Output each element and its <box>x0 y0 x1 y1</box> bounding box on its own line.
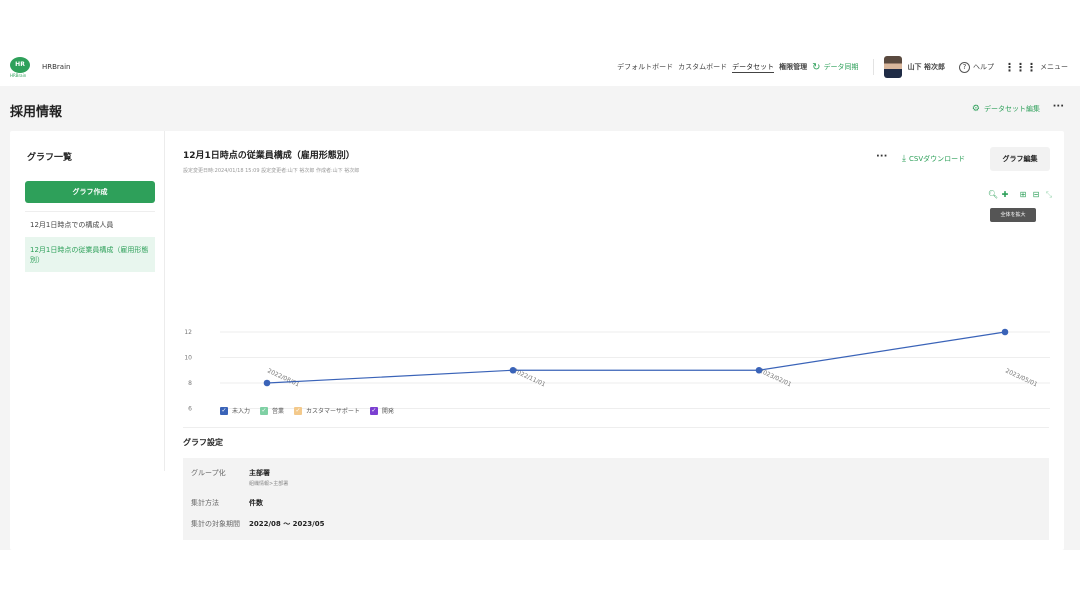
csv-download-button[interactable]: ⤓ CSVダウンロード <box>902 154 965 164</box>
setting-value: 2022/08 〜 2023/05 <box>249 520 325 528</box>
help-link[interactable]: ヘルプ <box>973 62 994 72</box>
legend-label: カスタマーサポート <box>306 408 360 415</box>
settings-box: グループ化 主部署 組織情報>主部署 集計方法 件数 集計の対象期間 2022/… <box>183 458 1049 540</box>
setting-label: 集計の対象期間 <box>191 520 240 528</box>
page-title: 採用情報 <box>10 105 63 120</box>
help-icon[interactable]: ? <box>959 61 970 73</box>
data-point <box>755 366 763 374</box>
setting-label: 集計方法 <box>191 499 219 507</box>
line-chart[interactable]: 0246810122022/08/012022/11/012023/02/012… <box>170 186 1060 489</box>
create-graph-button[interactable]: グラフ作成 <box>25 181 155 203</box>
graph-list: 12月1日時点での構成人員 12月1日時点の従業員構成（雇用形態別） <box>25 211 155 272</box>
dataset-edit-label: データセット編集 <box>984 105 1040 113</box>
settings-divider <box>183 427 1049 428</box>
setting-period: 集計の対象期間 2022/08 〜 2023/05 <box>191 519 324 529</box>
nav-dataset[interactable]: データセット <box>732 62 775 73</box>
nav-permissions[interactable]: 権限管理 <box>779 62 807 72</box>
legend-checkbox[interactable]: ✓ <box>294 406 303 415</box>
csv-download-label: CSVダウンロード <box>908 155 966 163</box>
x-tick-label: 2023/02/01 <box>758 367 792 388</box>
zoom-icon[interactable]: 🔍︎ <box>988 190 998 199</box>
settings-title: グラフ設定 <box>183 438 223 447</box>
avatar[interactable] <box>883 56 902 78</box>
hrbrain-logo[interactable]: HR <box>10 57 30 73</box>
top-nav: デフォルトボード カスタムボード データセット 権限管理 ↻ データ同期 山下 … <box>617 52 1068 82</box>
legend-checkbox[interactable]: ✓ <box>220 406 228 415</box>
graph-list-item[interactable]: 12月1日時点での構成人員 <box>25 212 155 237</box>
brand-name: HRBrain <box>42 63 71 71</box>
data-point <box>263 379 271 387</box>
data-point <box>1001 328 1009 336</box>
gear-icon: ⚙ <box>971 104 980 114</box>
menu-grid-icon[interactable]: ⋮⋮⋮ <box>1004 61 1037 74</box>
download-icon: ⤓ <box>902 154 906 164</box>
zoom-in-icon[interactable]: ⊞ <box>1020 190 1027 199</box>
y-tick-label: 8 <box>188 380 192 387</box>
setting-grouping: グループ化 主部署 組織情報>主部署 <box>191 468 288 487</box>
legend-item-eigyo[interactable]: ✓ 営業 <box>260 406 284 415</box>
chart-area: 0246810122022/08/012022/11/012023/02/012… <box>170 186 1060 489</box>
x-tick-label: 2023/05/01 <box>1004 367 1038 388</box>
graph-list-sidebar: グラフ一覧 グラフ作成 12月1日時点での構成人員 12月1日時点の従業員構成（… <box>10 131 165 471</box>
reset-zoom-icon[interactable]: ⤡ <box>1046 190 1053 199</box>
page: HR HRBrain HRBrain デフォルトボード カスタムボード データセ… <box>0 0 1080 608</box>
legend-item-customer-support[interactable]: ✓ カスタマーサポート <box>294 406 360 415</box>
setting-label: グループ化 <box>191 469 226 477</box>
zoom-out-icon[interactable]: ⊟ <box>1033 190 1040 199</box>
legend-checkbox[interactable]: ✓ <box>260 406 269 415</box>
bottom-blank <box>0 550 1080 608</box>
nav-default-board[interactable]: デフォルトボード <box>617 62 673 72</box>
legend-label: 未入力 <box>232 408 251 415</box>
graph-list-item-selected[interactable]: 12月1日時点の従業員構成（雇用形態別） <box>25 237 155 272</box>
sidebar-title: グラフ一覧 <box>27 153 73 163</box>
legend-label: 開発 <box>381 408 394 415</box>
data-sync-button[interactable]: ↻ データ同期 <box>812 62 858 73</box>
main-area: 採用情報 ⚙ データセット編集 ··· グラフ一覧 グラフ作成 12月1日時点で… <box>0 86 1080 550</box>
graph-more-button[interactable]: ··· <box>876 151 887 162</box>
x-tick-label: 2022/08/01 <box>266 367 300 388</box>
nav-divider <box>872 59 874 75</box>
page-more-button[interactable]: ··· <box>1053 101 1064 112</box>
legend-label: 営業 <box>272 408 285 415</box>
legend-item-kaihatsu[interactable]: ✓ 開発 <box>369 406 394 415</box>
y-tick-label: 12 <box>184 329 192 336</box>
username[interactable]: 山下 裕次郎 <box>908 62 945 72</box>
dataset-edit-button[interactable]: ⚙ データセット編集 <box>972 104 1040 114</box>
top-header: HR HRBrain HRBrain デフォルトボード カスタムボード データセ… <box>0 52 1080 86</box>
data-sync-label: データ同期 <box>823 63 859 71</box>
pan-icon[interactable]: ✚ <box>1002 190 1009 199</box>
nav-custom-board[interactable]: カスタムボード <box>678 62 727 72</box>
content-card: グラフ一覧 グラフ作成 12月1日時点での構成人員 12月1日時点の従業員構成（… <box>10 131 1064 550</box>
y-tick-label: 6 <box>188 406 192 413</box>
grouping-sub: 組織情報>主部署 <box>249 481 289 487</box>
grouping-value: 主部署 <box>249 469 270 477</box>
setting-value: 件数 <box>249 499 263 507</box>
graph-title: 12月1日時点の従業員構成（雇用形態別） <box>183 151 355 161</box>
legend-item-mi-nyuryoku[interactable]: ✓ 未入力 <box>220 406 250 415</box>
graph-edit-button[interactable]: グラフ編集 <box>990 147 1050 171</box>
setting-value: 主部署 組織情報>主部署 <box>249 468 288 487</box>
menu-link[interactable]: メニュー <box>1040 62 1068 72</box>
y-tick-label: 10 <box>184 355 192 362</box>
data-point <box>509 366 517 374</box>
sync-icon: ↻ <box>812 61 821 73</box>
logo-subtext: HRBrain <box>10 73 27 78</box>
setting-method: 集計方法 件数 <box>191 498 263 508</box>
zoom-tooltip: 全体を拡大 <box>990 208 1036 222</box>
graph-meta: 設定変更日時:2024/01/18 15:09 設定変更者:山下 裕次郎 作成者… <box>183 168 360 174</box>
legend-checkbox[interactable]: ✓ <box>369 406 378 415</box>
chart-legend: ✓ 未入力 ✓ 営業 ✓ カスタマーサポート ✓ 開発 <box>220 406 404 415</box>
